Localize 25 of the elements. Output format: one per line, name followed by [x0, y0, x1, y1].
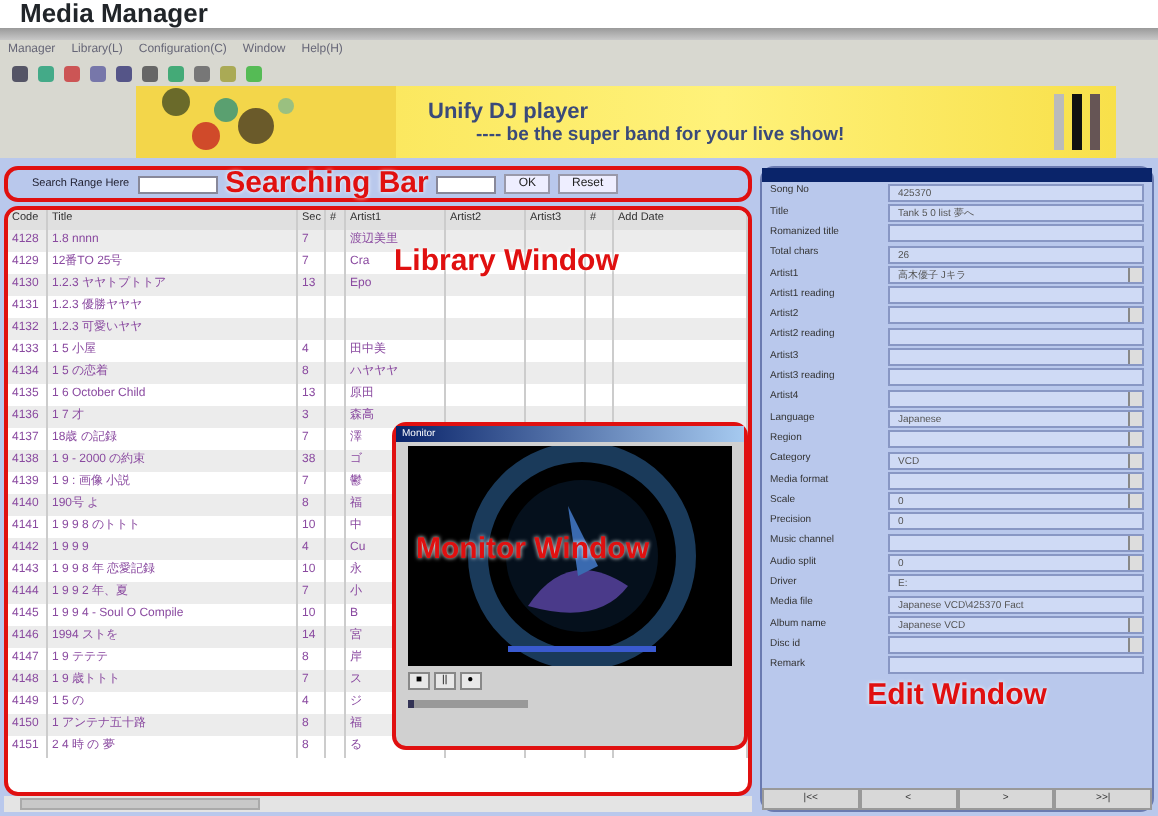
seek-slider[interactable] [408, 700, 528, 708]
dropdown-field[interactable] [888, 636, 1144, 655]
input-field[interactable] [888, 327, 1144, 346]
annotation-label: Library Window [394, 246, 619, 278]
annotation-label: Edit Window [867, 680, 1047, 713]
search-field[interactable] [137, 175, 218, 193]
input-field[interactable] [888, 656, 1144, 675]
dropdown-field[interactable] [888, 430, 1144, 449]
dropdown-field[interactable] [888, 533, 1144, 552]
input-field[interactable] [888, 286, 1144, 305]
page-heading: Media Manager [18, 0, 210, 28]
dropdown-field[interactable] [888, 348, 1144, 367]
dropdown-field[interactable] [888, 306, 1144, 325]
scrollbar-thumb[interactable] [20, 798, 260, 810]
dropdown-field[interactable] [888, 389, 1144, 408]
caret-icon [1128, 308, 1142, 323]
banner-slogan: ---- be the super band for your live show! [476, 123, 845, 145]
caret-icon [1128, 350, 1142, 365]
annotation-label: Searching Bar [225, 168, 429, 200]
banner-title: Unify DJ player [428, 99, 591, 123]
input-field[interactable] [888, 368, 1144, 387]
caret-icon [1128, 267, 1142, 282]
range-field[interactable] [436, 175, 497, 193]
input-field[interactable] [888, 224, 1144, 243]
dropdown-field[interactable] [888, 471, 1144, 490]
